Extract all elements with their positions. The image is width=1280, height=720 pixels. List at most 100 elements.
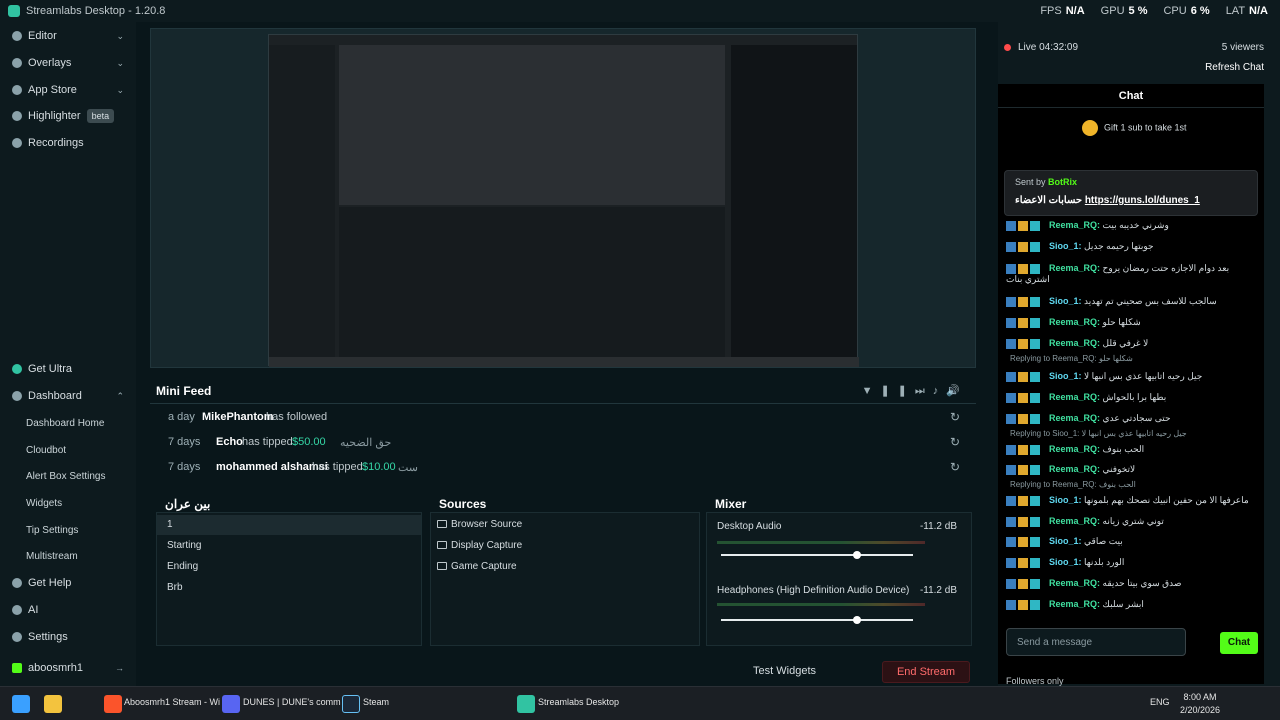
- chat-send-button[interactable]: Chat: [1220, 632, 1258, 654]
- sidebar-subitem-widgets[interactable]: Widgets: [26, 498, 62, 509]
- chat-message-input[interactable]: Send a message: [1006, 628, 1186, 656]
- app-title: Streamlabs Desktop - 1.20.8: [26, 5, 166, 17]
- logout-icon[interactable]: →: [115, 663, 124, 673]
- volume-slider-knob[interactable]: [853, 551, 862, 559]
- sidebar-item-get-ultra[interactable]: Get Ultra: [0, 357, 136, 381]
- sidebar-subitem-tip-settings[interactable]: Tip Settings: [26, 525, 78, 536]
- scenes-panel: بين عران 1 Starting Ending Brb: [156, 497, 422, 646]
- sidebar-item-dashboard[interactable]: Dashboard ⌃: [0, 384, 136, 408]
- user-badges-icon: [1006, 338, 1046, 349]
- chat-message: Sioo_1: ماعرفها الا من حفين انبيك نصحك ب…: [1006, 495, 1256, 506]
- volume-slider-knob[interactable]: [853, 616, 862, 624]
- chat-text: وشرني خديبه بيت: [1102, 220, 1169, 230]
- sidebar-item-ai[interactable]: AI: [0, 598, 136, 622]
- discord-icon[interactable]: [222, 695, 240, 713]
- tip-message: ست: [398, 462, 419, 474]
- sidebar-item-settings[interactable]: Settings: [0, 625, 136, 649]
- taskbar-app-steam[interactable]: Steam: [363, 697, 389, 707]
- sidebar-item-label: Highlighter: [28, 110, 81, 122]
- chat-username[interactable]: Reema_RQ:: [1049, 413, 1100, 423]
- sidebar-item-recordings[interactable]: Recordings: [0, 131, 136, 155]
- source-item[interactable]: Display Capture: [431, 536, 703, 556]
- username: aboosmrh1: [28, 662, 84, 674]
- clock[interactable]: 8:00 AM 2/20/2026: [1180, 691, 1220, 717]
- chat-username[interactable]: Reema_RQ:: [1049, 464, 1100, 474]
- sidebar-item-label: Settings: [28, 631, 68, 643]
- language-indicator[interactable]: ENG: [1150, 697, 1170, 707]
- chat-username[interactable]: Sioo_1:: [1049, 536, 1082, 546]
- replay-icon[interactable]: ↻: [950, 410, 960, 424]
- feed-row: 7 days Echo has tipped $50.00 حق الضحيه …: [150, 430, 976, 455]
- mini-feed-controls[interactable]: ▼❚❚⏭♪🔊: [862, 384, 968, 398]
- scene-item[interactable]: Starting: [157, 536, 421, 556]
- date: 2/20/2026: [1179, 705, 1220, 715]
- volume-slider[interactable]: [721, 554, 913, 556]
- refresh-chat-button[interactable]: Refresh Chat: [1205, 62, 1264, 73]
- kick-icon: [12, 663, 22, 673]
- beta-badge: beta: [86, 109, 115, 123]
- mini-feed: Mini Feed ▼❚❚⏭♪🔊 a day MikePhantom has f…: [150, 378, 976, 484]
- chat-username[interactable]: Reema_RQ:: [1049, 578, 1100, 588]
- windows-start-icon[interactable]: [12, 695, 30, 713]
- taskbar-app-streamlabs[interactable]: Streamlabs Desktop: [538, 697, 619, 707]
- feed-row: a day MikePhantom has followed ↻: [150, 405, 976, 430]
- mixer-track: Desktop Audio -11.2 dB: [717, 521, 957, 577]
- chevron-up-icon: ⌃: [116, 391, 124, 401]
- title-bar: Streamlabs Desktop - 1.20.8 FPS N/A GPU 5 …: [0, 0, 1280, 22]
- chat-username[interactable]: Reema_RQ:: [1049, 599, 1100, 609]
- dashboard-icon: [12, 391, 22, 401]
- chat-text: جوبتها رحيمه جديل: [1084, 241, 1154, 251]
- steam-icon[interactable]: [342, 695, 360, 713]
- chat-username[interactable]: Sioo_1:: [1049, 371, 1082, 381]
- sidebar-item-get-help[interactable]: Get Help: [0, 571, 136, 595]
- chat-username[interactable]: Reema_RQ:: [1049, 338, 1100, 348]
- chat-username[interactable]: Sioo_1:: [1049, 557, 1082, 567]
- cpu-metric: CPU 6 %: [1163, 5, 1210, 17]
- sidebar-item-overlays[interactable]: Overlays ⌄: [0, 51, 136, 75]
- end-stream-button[interactable]: End Stream: [882, 661, 970, 683]
- replay-icon[interactable]: ↻: [950, 460, 960, 474]
- mixer-track: Headphones (High Definition Audio Device…: [717, 585, 957, 641]
- chevron-down-icon: ⌄: [116, 85, 124, 95]
- scene-item[interactable]: Ending: [157, 557, 421, 577]
- sidebar-item-app-store[interactable]: App Store ⌄: [0, 78, 136, 102]
- chat-username[interactable]: Sioo_1:: [1049, 241, 1082, 251]
- chat-username[interactable]: Reema_RQ:: [1049, 516, 1100, 526]
- replay-icon[interactable]: ↻: [950, 435, 960, 449]
- taskbar-app-brave[interactable]: Aboosmrh1 Stream - Wi: [124, 697, 220, 707]
- preview-mirror-sidebar: [269, 45, 335, 357]
- chat-username[interactable]: Sioo_1:: [1049, 296, 1082, 306]
- sidebar-subitem-alert-box[interactable]: Alert Box Settings: [26, 471, 105, 482]
- pinned-link[interactable]: https://guns.lol/dunes_1: [1085, 195, 1200, 206]
- gift-banner[interactable]: Gift 1 sub to take 1st: [1082, 120, 1187, 136]
- sidebar-subitem-multistream[interactable]: Multistream: [26, 551, 78, 562]
- sidebar-subitem-dashboard-home[interactable]: Dashboard Home: [26, 418, 104, 429]
- chat-panel: Chat Gift 1 sub to take 1st Sent by BotR…: [998, 84, 1264, 686]
- chat-username[interactable]: Sioo_1:: [1049, 495, 1082, 505]
- chat-username[interactable]: Reema_RQ:: [1049, 392, 1100, 402]
- stream-preview[interactable]: [268, 34, 859, 367]
- chat-username[interactable]: Reema_RQ:: [1049, 444, 1100, 454]
- taskbar-app-discord[interactable]: DUNES | DUNE's comm: [243, 697, 341, 707]
- sidebar-item-editor[interactable]: Editor ⌄: [0, 24, 136, 48]
- source-item[interactable]: Browser Source: [431, 515, 703, 535]
- pinned-message: Sent by BotRix حسابات الاعضاء https://gu…: [1004, 170, 1258, 216]
- chat-username[interactable]: Reema_RQ:: [1049, 317, 1100, 327]
- sidebar-subitem-cloudbot[interactable]: Cloudbot: [26, 445, 66, 456]
- volume-slider[interactable]: [721, 619, 913, 621]
- scene-item[interactable]: Brb: [157, 578, 421, 598]
- brave-icon[interactable]: [104, 695, 122, 713]
- scene-item[interactable]: 1: [157, 515, 421, 535]
- chat-username[interactable]: Reema_RQ:: [1049, 220, 1100, 230]
- sidebar-item-highlighter[interactable]: Highlighter beta: [0, 104, 136, 128]
- source-item[interactable]: Game Capture: [431, 557, 703, 577]
- user-badges-icon: [1006, 495, 1046, 506]
- sidebar-user[interactable]: aboosmrh1 →: [0, 656, 136, 680]
- chat-username[interactable]: Reema_RQ:: [1049, 263, 1100, 273]
- file-explorer-icon[interactable]: [44, 695, 62, 713]
- user-badges-icon: [1006, 599, 1046, 610]
- pinned-text: حسابات الاعضاء https://guns.lol/dunes_1: [1015, 195, 1200, 206]
- volume-meter: [717, 603, 925, 606]
- streamlabs-icon[interactable]: [517, 695, 535, 713]
- gpu-metric: GPU 5 %: [1100, 5, 1148, 17]
